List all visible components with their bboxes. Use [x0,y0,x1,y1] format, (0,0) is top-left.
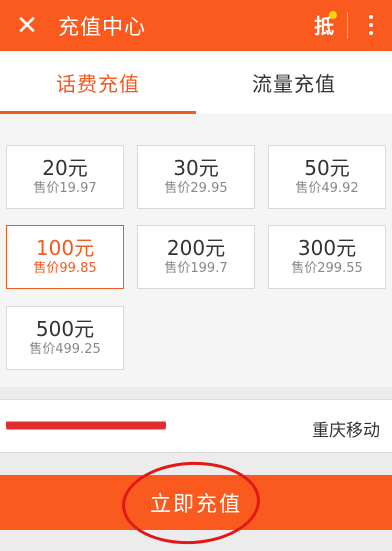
option-amount: 300元 [297,236,357,260]
close-icon[interactable]: ✕ [0,0,54,51]
tab-data-plan[interactable]: 流量充值 [196,51,392,114]
coupon-icon[interactable]: 抵 [310,10,338,38]
header-divider [347,12,348,39]
option-price: 售价199.7 [164,261,228,276]
option-price: 售价49.92 [295,181,359,196]
option-price: 售价299.55 [291,261,363,276]
option-amount: 30元 [173,156,219,180]
option-30[interactable]: 30元 售价29.95 [137,145,255,209]
amount-options: 20元 售价19.97 30元 售价29.95 50元 售价49.92 100元… [0,114,392,387]
page-title: 充值中心 [58,14,146,39]
redaction-mark [6,414,166,436]
option-price: 售价19.97 [33,181,97,196]
option-200[interactable]: 200元 售价199.7 [137,225,255,289]
option-500[interactable]: 500元 售价499.25 [6,306,124,370]
option-price: 售价29.95 [164,181,228,196]
recharge-tabs: 话费充值 流量充值 [0,51,392,114]
top-bar: ✕ 充值中心 抵 [0,0,392,51]
option-20[interactable]: 20元 售价19.97 [6,145,124,209]
option-amount: 200元 [166,236,226,260]
option-amount: 50元 [304,156,350,180]
carrier-label: 重庆移动 [312,421,380,441]
option-amount: 20元 [42,156,88,180]
option-100[interactable]: 100元 售价99.85 [6,225,124,289]
recharge-now-button[interactable]: 立即充值 [0,475,392,530]
phone-number-row: 重庆移动 [0,399,392,453]
tab-phone-bill[interactable]: 话费充值 [0,51,196,114]
option-price: 售价99.85 [33,261,97,276]
option-300[interactable]: 300元 售价299.55 [268,225,386,289]
option-amount: 100元 [35,236,95,260]
notification-dot [329,11,337,19]
option-50[interactable]: 50元 售价49.92 [268,145,386,209]
more-vertical-icon[interactable] [356,8,386,42]
option-price: 售价499.25 [29,342,101,357]
option-amount: 500元 [35,317,95,341]
